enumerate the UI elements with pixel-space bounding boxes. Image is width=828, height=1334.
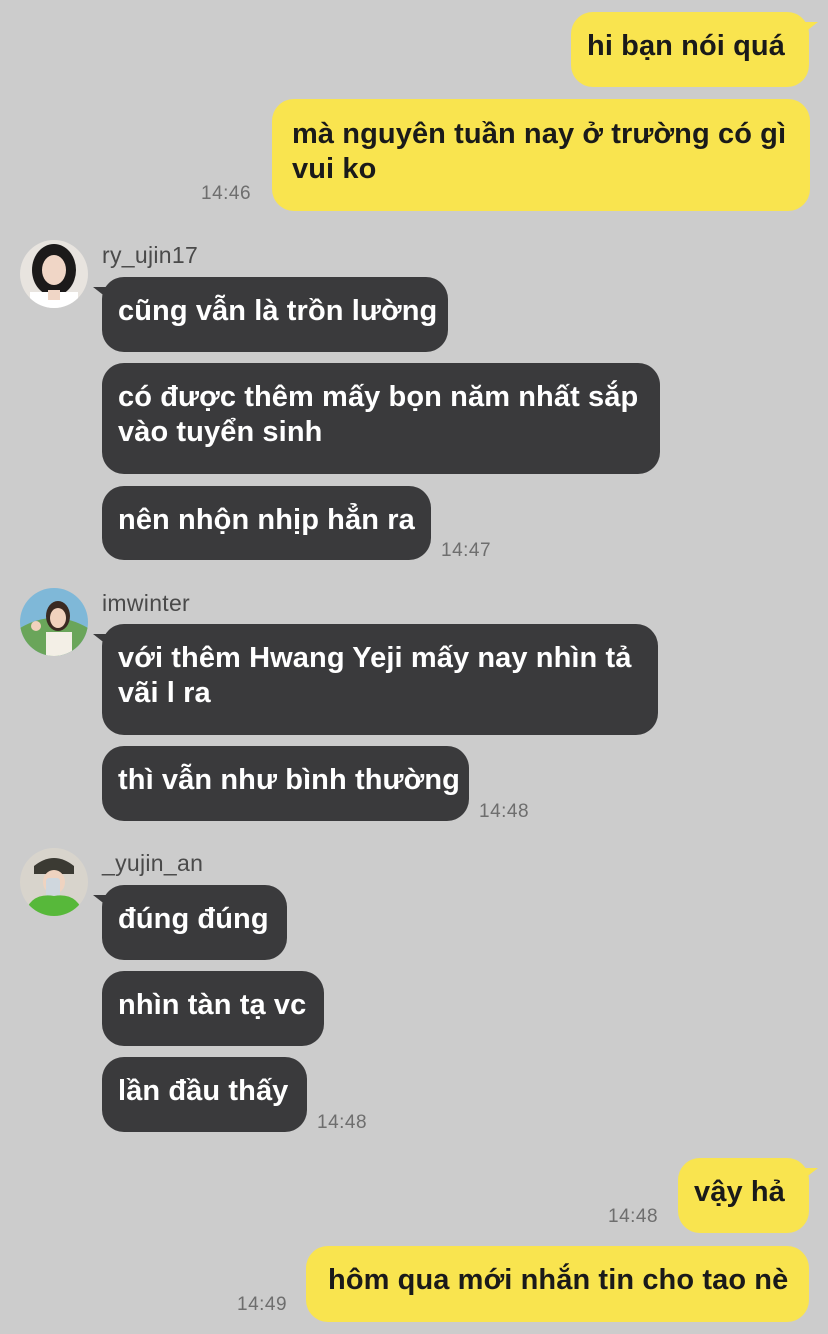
their-message-bubble[interactable]: với thêm Hwang Yeji mấy nay nhìn tả vãi … bbox=[93, 624, 658, 735]
their-message-bubble[interactable]: cũng vẫn là trồn lường bbox=[93, 277, 448, 352]
my-message-bubble[interactable]: hi bạn nói quá bbox=[571, 12, 818, 87]
message-timestamp: 14:48 bbox=[317, 1112, 368, 1133]
message-text: thì vẫn như bình thường bbox=[118, 764, 460, 796]
message-timestamp: 14:49 bbox=[237, 1294, 288, 1315]
their-message-bubble[interactable]: có được thêm mấy bọn năm nhất sắp vào tu… bbox=[102, 363, 660, 474]
sender-name: ry_ujin17 bbox=[102, 242, 199, 268]
their-message-bubble[interactable]: nhìn tàn tạ vc bbox=[102, 971, 324, 1046]
my-message-bubble[interactable]: vậy hả bbox=[678, 1158, 818, 1233]
user-avatar-icon[interactable] bbox=[20, 588, 88, 656]
message-timestamp: 14:48 bbox=[479, 801, 530, 822]
message-text: vậy hả bbox=[694, 1176, 785, 1208]
message-text: đúng đúng bbox=[118, 903, 269, 935]
their-message-bubble[interactable]: thì vẫn như bình thường bbox=[102, 746, 469, 821]
chat-thread[interactable]: hi bạn nói quá mà nguyên tuần nay ở trườ… bbox=[0, 0, 828, 1334]
message-text: hôm qua mới nhắn tin cho tao nè bbox=[328, 1264, 789, 1296]
message-timestamp: 14:47 bbox=[441, 540, 492, 561]
sender-name: _yujin_an bbox=[102, 850, 204, 876]
message-text: có được thêm mấy bọn năm nhất sắp vào tu… bbox=[118, 381, 639, 448]
user-avatar-icon[interactable] bbox=[20, 240, 88, 308]
message-text: hi bạn nói quá bbox=[587, 30, 785, 62]
message-text: lần đầu thấy bbox=[118, 1075, 289, 1107]
user-avatar-icon[interactable] bbox=[20, 848, 88, 916]
sender-name: imwinter bbox=[102, 590, 191, 616]
message-timestamp: 14:46 bbox=[201, 183, 252, 204]
their-message-bubble[interactable]: nên nhộn nhịp hẳn ra bbox=[102, 486, 431, 560]
message-text: mà nguyên tuần nay ở trường có gì vui ko bbox=[292, 118, 787, 185]
message-text: nhìn tàn tạ vc bbox=[118, 989, 307, 1021]
message-text: với thêm Hwang Yeji mấy nay nhìn tả vãi … bbox=[118, 642, 632, 709]
their-message-bubble[interactable]: lần đầu thấy bbox=[102, 1057, 307, 1132]
message-timestamp: 14:48 bbox=[608, 1206, 659, 1227]
my-message-bubble[interactable]: mà nguyên tuần nay ở trường có gì vui ko bbox=[272, 99, 810, 211]
my-message-bubble[interactable]: hôm qua mới nhắn tin cho tao nè bbox=[306, 1246, 809, 1322]
message-text: cũng vẫn là trồn lường bbox=[118, 295, 438, 327]
message-text: nên nhộn nhịp hẳn ra bbox=[118, 504, 415, 536]
their-message-bubble[interactable]: đúng đúng bbox=[93, 885, 287, 960]
